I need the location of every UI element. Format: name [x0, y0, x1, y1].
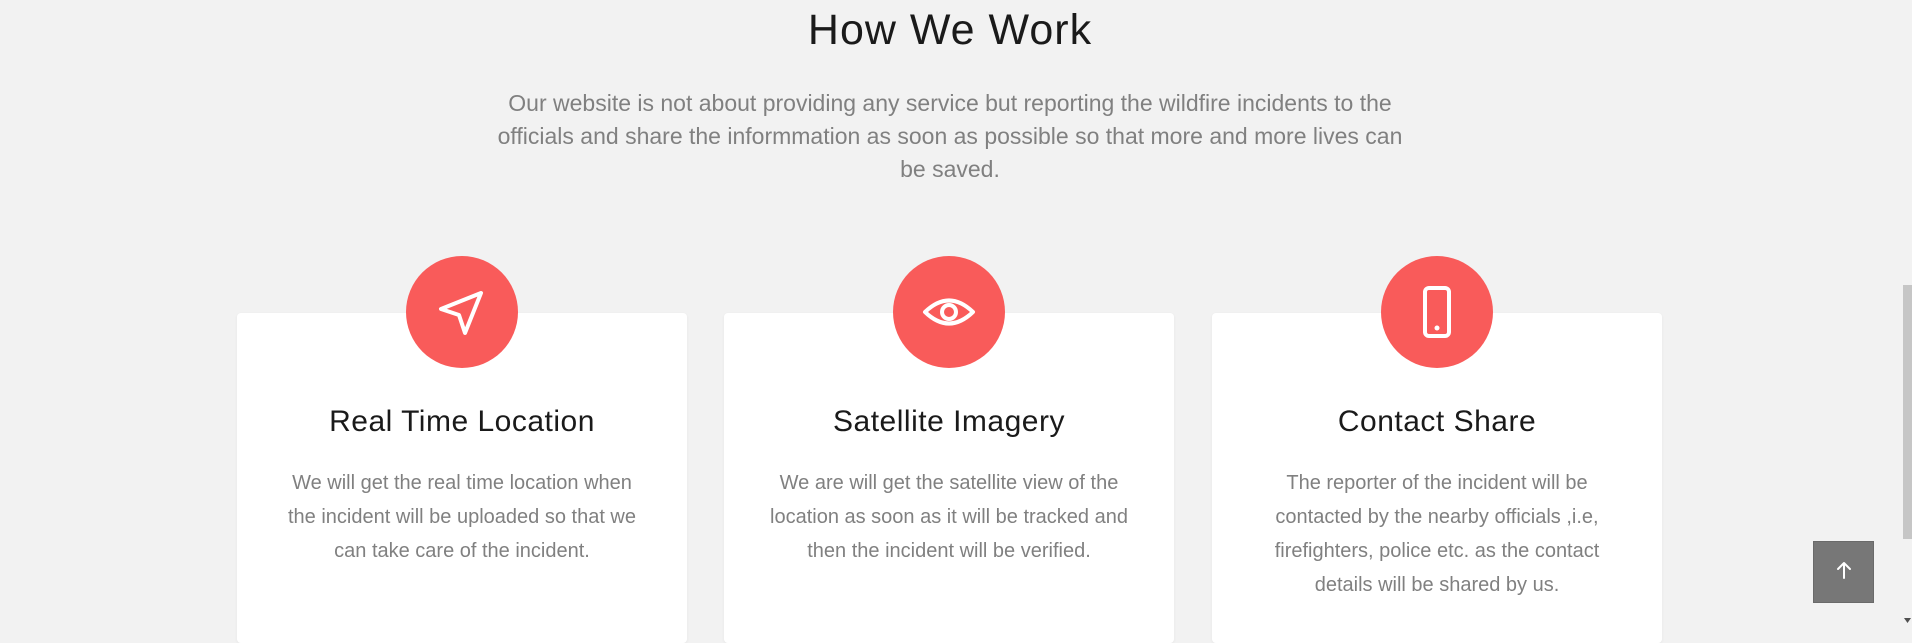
- card-text: We are will get the satellite view of th…: [770, 472, 1128, 562]
- feature-card-real-time-location: Real Time Location We will get the real …: [237, 256, 687, 643]
- feature-card-contact-share: Contact Share The reporter of the incide…: [1212, 256, 1662, 643]
- back-to-top-button[interactable]: [1813, 541, 1874, 603]
- card-title: Real Time Location: [329, 405, 595, 438]
- smartphone-icon: [1381, 256, 1493, 368]
- navigation-arrow-icon: [406, 256, 518, 368]
- section-title: How We Work: [807, 6, 1093, 54]
- scroll-down-arrow-icon[interactable]: [1903, 612, 1912, 623]
- arrow-up-icon: [1835, 560, 1853, 585]
- section-intro: Our website is not about providing any s…: [497, 90, 1403, 182]
- card-title: Contact Share: [1337, 405, 1537, 438]
- card-text: We will get the real time location when …: [287, 472, 636, 562]
- eye-icon: [893, 256, 1005, 368]
- card-title: Satellite Imagery: [833, 405, 1065, 438]
- scrollbar-thumb[interactable]: [1903, 285, 1912, 539]
- card-text: The reporter of the incident will be con…: [1274, 472, 1600, 596]
- feature-card-satellite-imagery: Satellite Imagery We are will get the sa…: [724, 256, 1174, 643]
